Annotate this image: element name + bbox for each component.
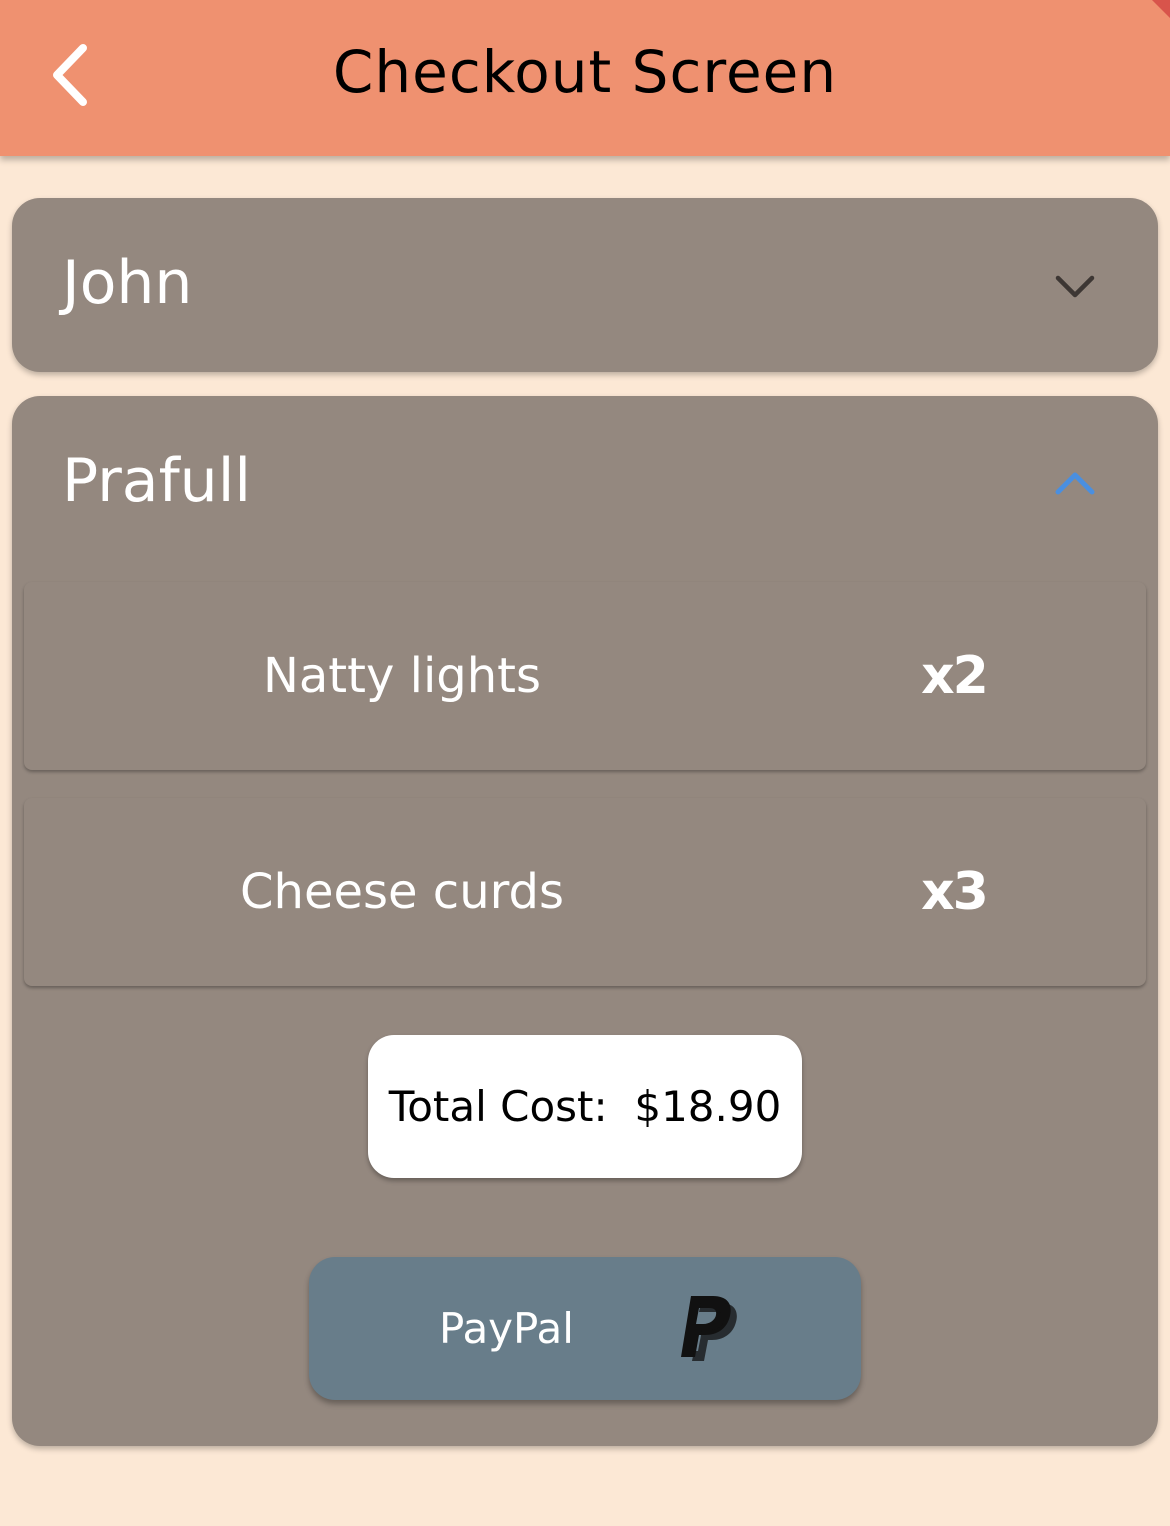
- item-quantity: x2: [921, 646, 989, 706]
- chevron-down-icon[interactable]: [1052, 270, 1098, 302]
- total-cost: Total Cost: $18.90: [368, 1035, 802, 1178]
- person-name: Prafull: [62, 446, 252, 516]
- debug-banner-corner: [1152, 0, 1170, 18]
- list-item: Cheese curds x3: [24, 798, 1146, 986]
- paypal-label: PayPal: [439, 1304, 574, 1353]
- chevron-up-icon[interactable]: [1052, 468, 1098, 500]
- item-name: Natty lights: [262, 648, 541, 704]
- item-quantity: x3: [921, 862, 989, 922]
- person-header-prafull[interactable]: Prafull: [12, 396, 1158, 572]
- item-name: Cheese curds: [240, 864, 564, 920]
- person-panel-prafull: Prafull Natty lights x2 Cheese curds x3 …: [12, 396, 1158, 1446]
- page-title: Checkout Screen: [332, 38, 838, 106]
- person-header-john[interactable]: John: [12, 198, 1158, 372]
- person-panel-john: John: [12, 198, 1158, 372]
- app-bar: Checkout Screen: [0, 0, 1170, 156]
- paypal-button[interactable]: PayPal: [309, 1257, 861, 1400]
- list-item: Natty lights x2: [24, 582, 1146, 770]
- paypal-icon: [681, 1296, 737, 1361]
- person-name: John: [62, 248, 193, 318]
